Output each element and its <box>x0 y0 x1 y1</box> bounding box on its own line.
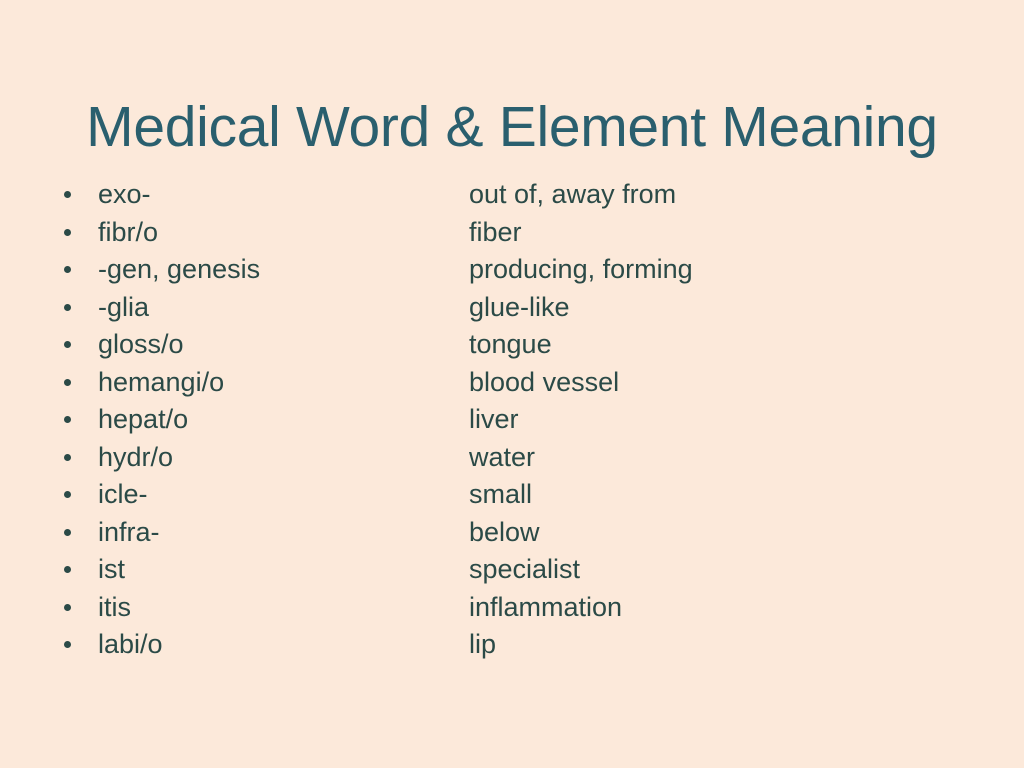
list-item: icle- small <box>0 476 1024 514</box>
term-label: icle- <box>98 479 148 509</box>
meaning-label: lip <box>469 629 497 659</box>
term-label: itis <box>98 591 131 622</box>
meaning-label: inflammation <box>469 591 623 622</box>
bullet-icon <box>64 641 71 648</box>
bullet-icon <box>64 228 71 236</box>
term-meaning-list: exo- out of, away from fibr/o fiber -gen… <box>0 176 1024 664</box>
list-item: exo- out of, away from <box>0 176 1024 214</box>
meaning-label: glue-like <box>469 291 570 322</box>
meaning-label: tongue <box>469 329 552 359</box>
term-label: fibr/o <box>98 216 159 247</box>
term-label: hydr/o <box>98 441 174 472</box>
bullet-icon <box>64 416 71 423</box>
list-item: labi/o lip <box>0 626 1024 664</box>
list-item: -glia glue-like <box>0 289 1024 327</box>
meaning-label: producing, forming <box>469 254 693 284</box>
bullet-icon <box>64 528 71 536</box>
meaning-label: water <box>469 441 536 472</box>
list-item: hepat/o liver <box>0 401 1024 439</box>
bullet-icon <box>64 266 71 273</box>
term-label: gloss/o <box>98 329 184 359</box>
meaning-label: out of, away from <box>469 179 677 209</box>
list-item: hemangi/o blood vessel <box>0 364 1024 402</box>
bullet-icon <box>64 191 71 198</box>
page-title: Medical Word & Element Meaning <box>86 95 938 160</box>
bullet-icon <box>64 491 71 498</box>
bullet-icon <box>64 378 71 386</box>
bullet-icon <box>64 453 71 461</box>
term-label: infra- <box>98 516 160 547</box>
list-item: -gen, genesis producing, forming <box>0 251 1024 289</box>
bullet-icon <box>64 566 71 573</box>
bullet-icon <box>64 603 71 611</box>
meaning-label: specialist <box>469 554 581 584</box>
term-label: -glia <box>98 291 150 322</box>
list-item: infra- below <box>0 514 1024 552</box>
meaning-label: small <box>469 479 533 509</box>
meaning-label: fiber <box>469 216 522 247</box>
bullet-icon <box>64 303 71 311</box>
term-label: hepat/o <box>98 404 189 434</box>
list-item: hydr/o water <box>0 439 1024 477</box>
term-label: exo- <box>98 179 151 209</box>
list-item: fibr/o fiber <box>0 214 1024 252</box>
meaning-label: blood vessel <box>469 366 620 397</box>
term-label: ist <box>98 554 125 584</box>
list-item: gloss/o tongue <box>0 326 1024 364</box>
list-item: itis inflammation <box>0 589 1024 627</box>
term-label: -gen, genesis <box>98 254 261 284</box>
bullet-icon <box>64 341 71 348</box>
list-item: ist specialist <box>0 551 1024 589</box>
slide: Medical Word & Element Meaning exo- out … <box>0 0 1024 768</box>
term-label: labi/o <box>98 629 163 659</box>
meaning-label: liver <box>469 404 519 434</box>
meaning-label: below <box>469 516 540 547</box>
term-label: hemangi/o <box>98 366 225 397</box>
